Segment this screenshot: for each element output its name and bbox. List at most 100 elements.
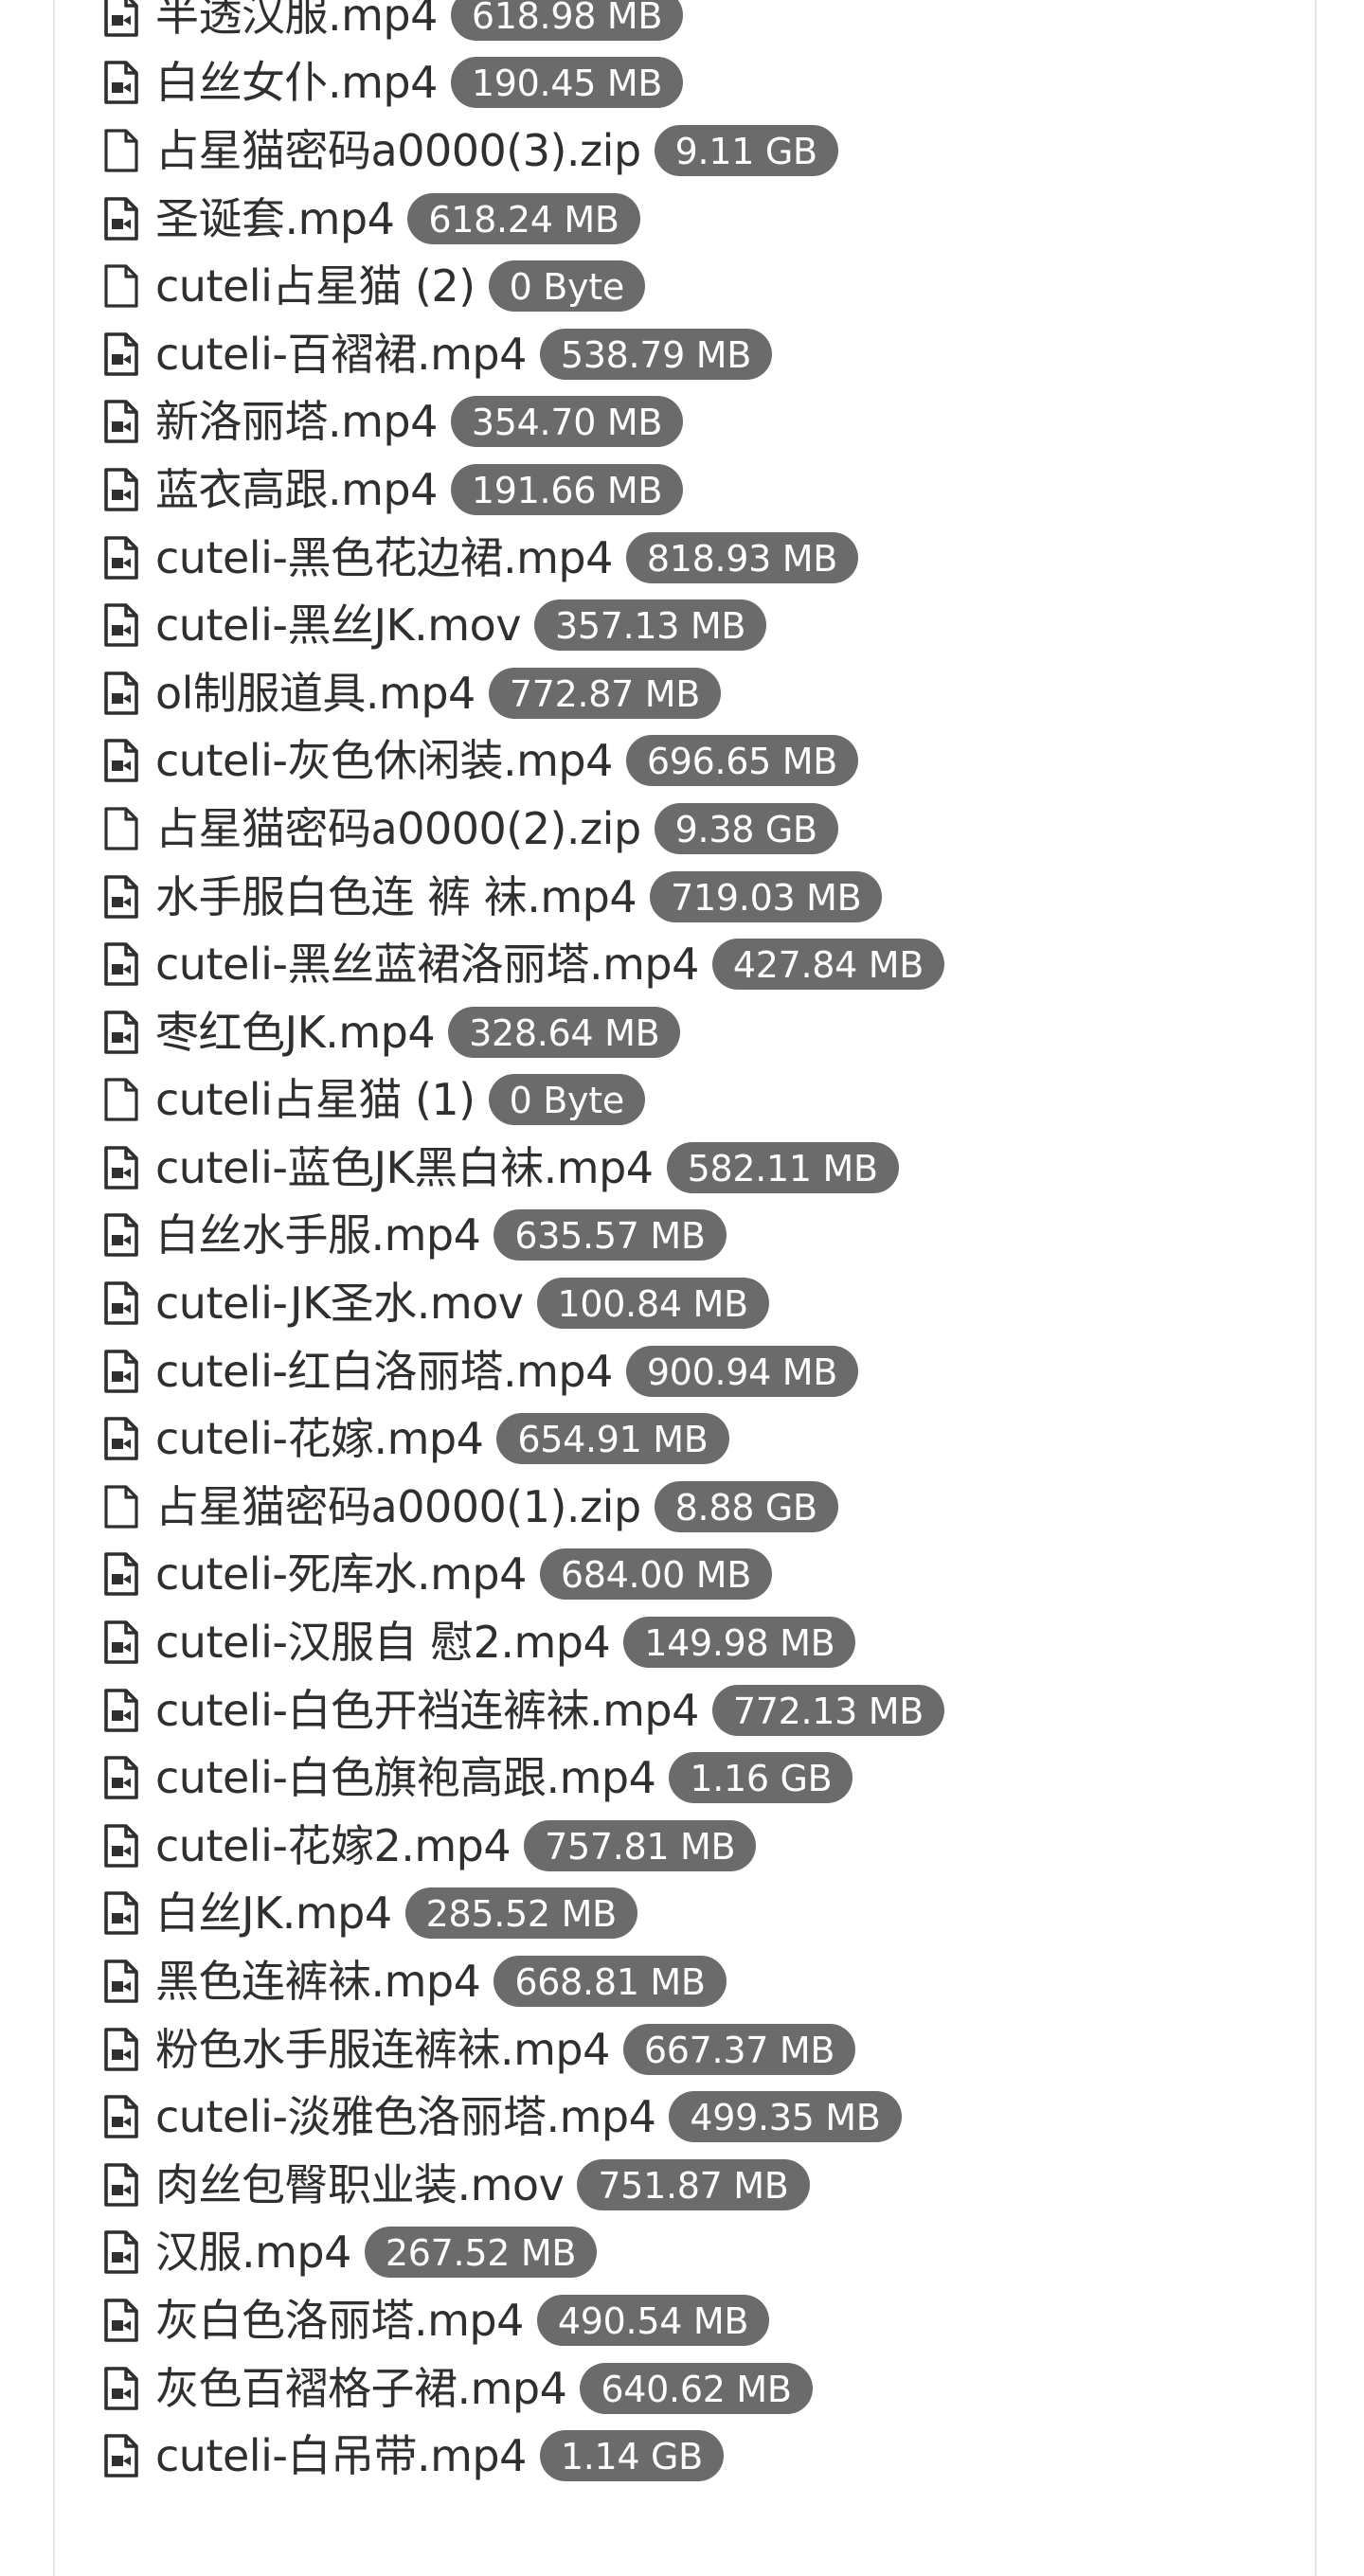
file-name: cuteli-黑色花边裙.mp4 <box>155 531 613 583</box>
video-file-icon <box>99 2433 144 2478</box>
file-row[interactable]: cuteli-汉服自 慰2.mp4 149.98 MB <box>99 1608 1311 1676</box>
file-name: 白丝水手服.mp4 <box>155 1209 481 1261</box>
file-name: cuteli-死库水.mp4 <box>155 1548 527 1601</box>
file-name: cuteli-蓝色JK黑白袜.mp4 <box>155 1141 654 1193</box>
video-file-icon <box>99 1349 144 1394</box>
video-file-icon <box>99 1212 144 1258</box>
file-size-badge: 100.84 MB <box>536 1278 769 1330</box>
file-row[interactable]: 肉丝包臀职业装.mov 751.87 MB <box>99 2151 1311 2219</box>
file-row[interactable]: 粉色水手服连裤袜.mp4 667.37 MB <box>99 2015 1311 2084</box>
video-file-icon <box>99 467 144 512</box>
file-size-badge: 684.00 MB <box>539 1548 773 1601</box>
file-row[interactable]: cuteli-淡雅色洛丽塔.mp4 499.35 MB <box>99 2083 1311 2151</box>
video-file-icon <box>99 2298 144 2343</box>
file-name: ol制服道具.mp4 <box>155 667 476 719</box>
video-file-icon <box>99 1145 144 1190</box>
file-name: 占星猫密码a0000(1).zip <box>155 1480 641 1532</box>
file-name: cuteli-白色旗袍高跟.mp4 <box>155 1752 656 1804</box>
video-file-icon <box>99 331 144 377</box>
file-name: cuteli-百褶裙.mp4 <box>155 328 527 380</box>
file-row[interactable]: cuteli-黑丝JK.mov 357.13 MB <box>99 591 1311 659</box>
file-name: cuteli-红白洛丽塔.mp4 <box>155 1345 613 1397</box>
file-row[interactable]: 白丝JK.mp4 285.52 MB <box>99 1880 1311 1948</box>
file-size-badge: 499.35 MB <box>669 2091 902 2143</box>
video-file-icon <box>99 874 144 920</box>
file-size-badge: 267.52 MB <box>364 2227 598 2279</box>
file-icon <box>99 806 144 851</box>
file-name: 水手服白色连 裤 袜.mp4 <box>155 870 637 922</box>
file-name: 占星猫密码a0000(2).zip <box>155 802 641 854</box>
video-file-icon <box>99 671 144 716</box>
file-size-badge: 654.91 MB <box>496 1413 729 1465</box>
video-file-icon <box>99 2229 144 2275</box>
file-size-badge: 427.84 MB <box>711 939 945 991</box>
video-file-icon <box>99 2366 144 2411</box>
file-row[interactable]: 新洛丽塔.mp4 354.70 MB <box>99 388 1311 456</box>
file-size-badge: 490.54 MB <box>536 2294 770 2346</box>
file-row[interactable]: 灰色百褶格子裙.mp4 640.62 MB <box>99 2354 1311 2423</box>
file-row[interactable]: cuteli-白色开裆连裤袜.mp4 772.13 MB <box>99 1676 1311 1744</box>
file-size-badge: 696.65 MB <box>625 735 859 787</box>
file-name: cuteli-汉服自 慰2.mp4 <box>155 1617 611 1669</box>
file-icon <box>99 128 144 173</box>
video-file-icon <box>99 1280 144 1326</box>
file-row[interactable]: cuteli-蓝色JK黑白袜.mp4 582.11 MB <box>99 1134 1311 1202</box>
file-name: 黑色连裤袜.mp4 <box>155 1956 481 2008</box>
file-name: cuteli-灰色休闲装.mp4 <box>155 735 613 787</box>
file-size-badge: 751.87 MB <box>577 2158 810 2210</box>
file-row[interactable]: cuteli占星猫 (1) 0 Byte <box>99 1066 1311 1135</box>
file-row[interactable]: 白丝女仆.mp4 190.45 MB <box>99 49 1311 117</box>
file-row[interactable]: cuteli占星猫 (2) 0 Byte <box>99 252 1311 320</box>
file-row[interactable]: 黑色连裤袜.mp4 668.81 MB <box>99 1947 1311 2015</box>
video-file-icon <box>99 1010 144 1055</box>
file-list: 半透汉服.mp4 618.98 MB 白丝女仆.mp4 190.45 MB 占星… <box>99 0 1311 2490</box>
file-row[interactable]: cuteli-白吊带.mp4 1.14 GB <box>99 2422 1311 2490</box>
file-row[interactable]: cuteli-红白洛丽塔.mp4 900.94 MB <box>99 1337 1311 1405</box>
video-file-icon <box>99 2027 144 2072</box>
file-row[interactable]: 灰白色洛丽塔.mp4 490.54 MB <box>99 2286 1311 2354</box>
file-row[interactable]: 占星猫密码a0000(2).zip 9.38 GB <box>99 795 1311 863</box>
file-size-badge: 149.98 MB <box>623 1617 856 1669</box>
file-row[interactable]: cuteli-死库水.mp4 684.00 MB <box>99 1541 1311 1609</box>
file-row[interactable]: ol制服道具.mp4 772.87 MB <box>99 659 1311 727</box>
file-row[interactable]: cuteli-花嫁.mp4 654.91 MB <box>99 1404 1311 1473</box>
file-size-badge: 328.64 MB <box>448 1006 681 1058</box>
video-file-icon <box>99 941 144 987</box>
video-file-icon <box>99 2094 144 2139</box>
video-file-icon <box>99 1890 144 1936</box>
file-size-badge: 719.03 MB <box>650 870 883 922</box>
file-row[interactable]: 圣诞套.mp4 618.24 MB <box>99 185 1311 253</box>
file-name: 粉色水手服连裤袜.mp4 <box>155 2023 610 2075</box>
file-size-badge: 191.66 MB <box>450 463 684 515</box>
file-row[interactable]: 蓝衣高跟.mp4 191.66 MB <box>99 456 1311 524</box>
file-size-badge: 1.14 GB <box>539 2430 724 2482</box>
file-row[interactable]: 汉服.mp4 267.52 MB <box>99 2219 1311 2287</box>
file-row[interactable]: cuteli-JK圣水.mov 100.84 MB <box>99 1269 1311 1337</box>
file-name: 圣诞套.mp4 <box>155 192 395 244</box>
video-file-icon <box>99 1619 144 1665</box>
file-row[interactable]: 占星猫密码a0000(3).zip 9.11 GB <box>99 116 1311 185</box>
file-size-badge: 900.94 MB <box>625 1345 859 1397</box>
file-row[interactable]: 枣红色JK.mp4 328.64 MB <box>99 998 1311 1066</box>
video-file-icon <box>99 60 144 105</box>
file-row[interactable]: cuteli-灰色休闲装.mp4 696.65 MB <box>99 727 1311 796</box>
file-row[interactable]: cuteli-白色旗袍高跟.mp4 1.16 GB <box>99 1744 1311 1812</box>
file-row[interactable]: cuteli-百褶裙.mp4 538.79 MB <box>99 320 1311 388</box>
file-row[interactable]: cuteli-黑色花边裙.mp4 818.93 MB <box>99 524 1311 592</box>
file-size-badge: 1.16 GB <box>669 1752 853 1804</box>
file-row[interactable]: 水手服白色连 裤 袜.mp4 719.03 MB <box>99 863 1311 931</box>
video-file-icon <box>99 1688 144 1733</box>
file-size-badge: 618.98 MB <box>450 0 684 41</box>
file-size-badge: 667.37 MB <box>622 2023 856 2075</box>
file-row[interactable]: 占星猫密码a0000(1).zip 8.88 GB <box>99 1473 1311 1541</box>
file-name: 白丝女仆.mp4 <box>155 57 438 109</box>
file-size-badge: 772.13 MB <box>711 1684 945 1736</box>
file-row[interactable]: cuteli-花嫁2.mp4 757.81 MB <box>99 1812 1311 1880</box>
file-name: cuteli-花嫁.mp4 <box>155 1413 484 1465</box>
file-row[interactable]: cuteli-黑丝蓝裙洛丽塔.mp4 427.84 MB <box>99 930 1311 998</box>
file-row[interactable]: 白丝水手服.mp4 635.57 MB <box>99 1202 1311 1270</box>
video-file-icon <box>99 738 144 783</box>
file-name: 汉服.mp4 <box>155 2227 351 2279</box>
file-row[interactable]: 半透汉服.mp4 618.98 MB <box>99 0 1311 49</box>
file-size-badge: 668.81 MB <box>494 1956 727 2008</box>
